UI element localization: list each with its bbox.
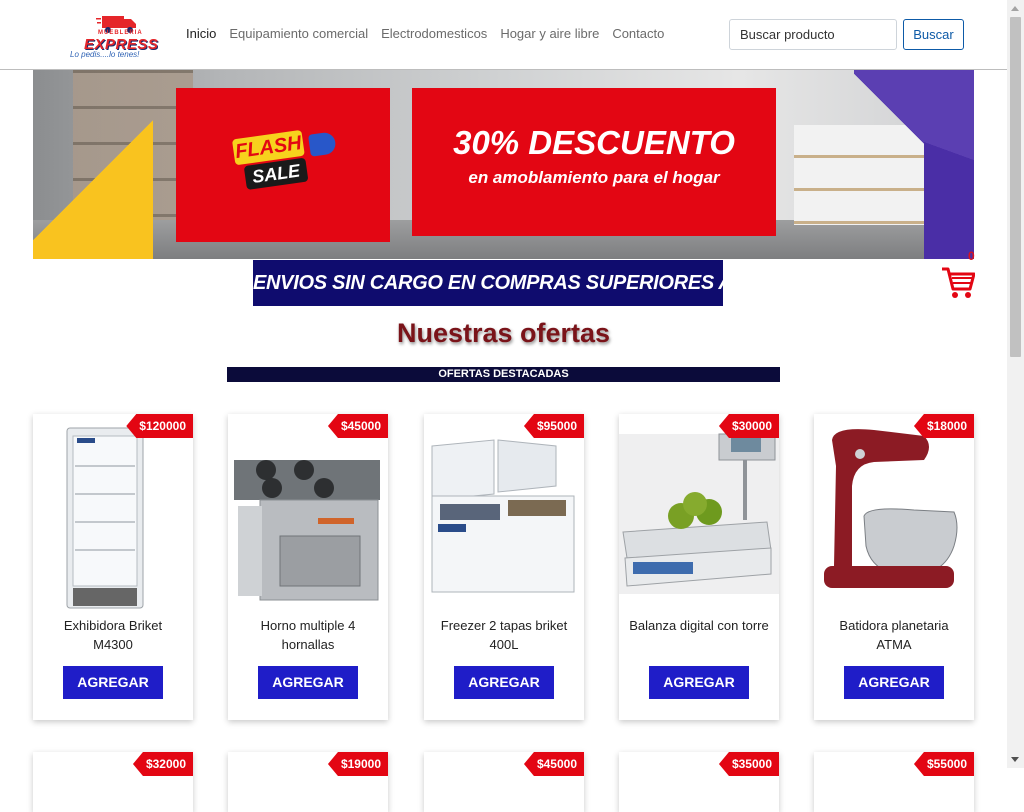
scroll-up-arrow-icon[interactable]: [1007, 0, 1024, 17]
nav-item-contacto[interactable]: Contacto: [612, 26, 664, 41]
flash-sale-box: FLASH SALE: [176, 88, 390, 242]
flash-sale-badge: FLASH SALE: [231, 127, 337, 204]
product-card: $95000 Freezer 2 tapas briket 400L AGREG…: [424, 414, 584, 720]
price-tag: $45000: [327, 414, 388, 438]
price-tag: $35000: [718, 752, 779, 776]
price-tag: $19000: [327, 752, 388, 776]
add-to-cart-button[interactable]: AGREGAR: [63, 666, 163, 699]
nav-item-electrodomesticos[interactable]: Electrodomesticos: [381, 26, 487, 41]
banner-purple-accent-2: [924, 110, 974, 259]
product-card: $45000: [424, 752, 584, 812]
page-scrollbar[interactable]: [1007, 0, 1024, 768]
shipping-strip: ENVIOS SIN CARGO EN COMPRAS SUPERIORES A…: [253, 260, 808, 306]
product-card: $32000: [33, 752, 193, 812]
price-tag: $55000: [913, 752, 974, 776]
product-name: Horno multiple 4 hornallas: [260, 618, 356, 652]
cart-icon[interactable]: [941, 264, 975, 300]
scroll-down-arrow-icon[interactable]: [1007, 751, 1024, 768]
banner-yellow-accent: [33, 100, 153, 259]
main-nav: Inicio Equipamiento comercial Electrodom…: [186, 26, 677, 41]
product-card: $55000: [814, 752, 974, 812]
digital-scale-image: [619, 433, 779, 594]
product-card: $35000: [619, 752, 779, 812]
add-to-cart-button[interactable]: AGREGAR: [454, 666, 554, 699]
price-tag: $95000: [523, 414, 584, 438]
nav-item-inicio[interactable]: Inicio: [186, 26, 216, 41]
product-card: $19000: [228, 752, 388, 812]
cart-count: 0: [968, 249, 975, 263]
display-fridge-image: [66, 427, 144, 609]
stove-oven-image: [234, 460, 380, 601]
product-card: $45000 Horno multiple 4 hornallas AGREGA…: [228, 414, 388, 720]
nav-item-hogar[interactable]: Hogar y aire libre: [500, 26, 599, 41]
product-name: Freezer 2 tapas briket 400L: [440, 618, 568, 652]
navbar: MUEBLERIA EXPRESS Lo pedis....lo tenes! …: [0, 0, 1007, 70]
chest-freezer-image: [431, 439, 575, 593]
add-to-cart-button[interactable]: AGREGAR: [649, 666, 749, 699]
price-tag: $32000: [132, 752, 193, 776]
offers-title: Nuestras ofertas: [396, 318, 611, 348]
megaphone-icon: [308, 131, 337, 157]
stand-mixer-image: [824, 429, 958, 588]
product-card: $30000 Balanza digital con torre AGREGAR: [619, 414, 779, 720]
offers-subtitle: OFERTAS DESTACADAS: [227, 367, 780, 382]
product-card: $18000 Batidora planetaria ATMA AGREGAR: [814, 414, 974, 720]
product-name: Balanza digital con torre: [629, 618, 769, 633]
product-name: Batidora planetaria ATMA: [839, 618, 949, 652]
discount-box: 30% DESCUENTO en amoblamiento para el ho…: [412, 88, 776, 236]
search-button[interactable]: Buscar: [903, 19, 964, 50]
scroll-thumb[interactable]: [1010, 17, 1021, 357]
price-tag: $18000: [913, 414, 974, 438]
add-to-cart-button[interactable]: AGREGAR: [258, 666, 358, 699]
promo-banner[interactable]: FLASH SALE 30% DESCUENTO en amoblamiento…: [33, 70, 974, 259]
nav-item-equipamiento[interactable]: Equipamiento comercial: [229, 26, 368, 41]
discount-headline: 30% DESCUENTO: [453, 124, 735, 161]
add-to-cart-button[interactable]: AGREGAR: [844, 666, 944, 699]
discount-subline: en amoblamiento para el hogar: [468, 168, 720, 187]
brand-tagline: Lo pedis....lo tenes!: [70, 50, 140, 59]
product-card: $120000 Exhibidora Briket M4300 AGREGAR: [33, 414, 193, 720]
product-name: Exhibidora Briket M4300: [63, 618, 163, 652]
price-tag: $120000: [126, 414, 193, 438]
brand-logo[interactable]: MUEBLERIA EXPRESS Lo pedis....lo tenes!: [70, 14, 170, 60]
price-tag: $45000: [523, 752, 584, 776]
search-input[interactable]: Buscar producto: [729, 19, 897, 50]
price-tag: $30000: [718, 414, 779, 438]
